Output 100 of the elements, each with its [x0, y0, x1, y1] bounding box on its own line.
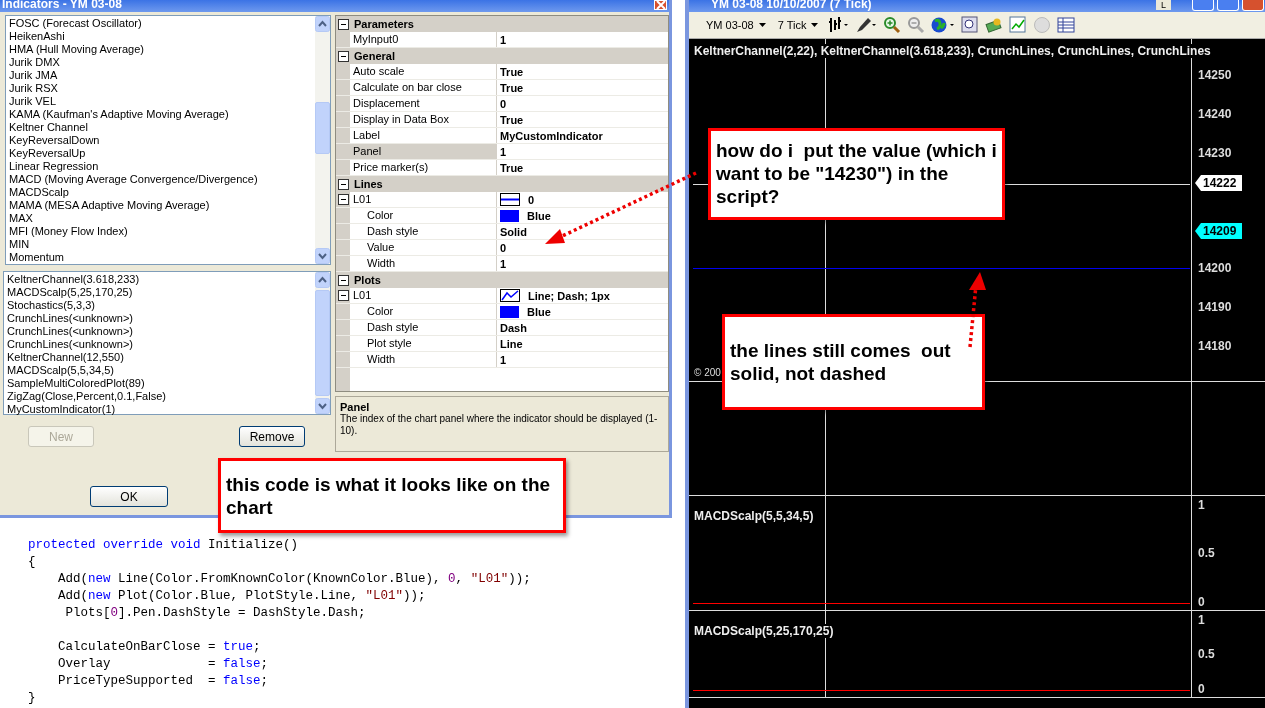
list-item[interactable]: KeltnerChannel(3.618,233)	[7, 273, 312, 286]
property-name[interactable]: Auto scale	[350, 64, 497, 79]
title-button[interactable]: L	[1156, 0, 1171, 10]
interval-dropdown[interactable]: 7 Tick	[774, 19, 822, 31]
scroll-up-icon[interactable]	[315, 272, 330, 288]
property-name[interactable]: Width	[350, 352, 497, 367]
property-value[interactable]: 0	[500, 241, 507, 254]
pen-icon[interactable]	[855, 16, 878, 34]
list-item[interactable]: MAX	[9, 212, 312, 225]
list-item[interactable]: MAMA (MESA Adaptive Moving Average)	[9, 199, 312, 212]
property-value[interactable]: 1	[500, 145, 507, 158]
property-name[interactable]: L01	[350, 288, 497, 303]
maximize-icon[interactable]	[1217, 0, 1239, 11]
list-item[interactable]: SampleMultiColoredPlot(89)	[7, 377, 312, 390]
list-item[interactable]: CrunchLines(<unknown>)	[7, 325, 312, 338]
collapse-icon[interactable]	[338, 194, 349, 205]
list-item[interactable]: FOSC (Forecast Oscillator)	[9, 17, 312, 30]
property-name[interactable]: L01	[350, 192, 497, 207]
property-name[interactable]: Dash style	[350, 320, 497, 335]
collapse-icon[interactable]	[338, 178, 349, 190]
list-item[interactable]: CrunchLines(<unknown>)	[7, 338, 312, 351]
table-icon[interactable]	[1057, 16, 1076, 34]
caret-icon[interactable]	[811, 23, 819, 27]
property-name[interactable]: Calculate on bar close	[350, 80, 497, 95]
list-item[interactable]: MACDScalp(5,25,170,25)	[7, 286, 312, 299]
property-name[interactable]: Displacement	[350, 96, 497, 111]
list-item[interactable]: MFI (Money Flow Index)	[9, 225, 312, 238]
list-item[interactable]: HMA (Hull Moving Average)	[9, 43, 312, 56]
property-name[interactable]: Value	[350, 240, 497, 255]
remove-button[interactable]: Remove	[239, 426, 305, 447]
property-value[interactable]: True	[500, 81, 524, 94]
property-value[interactable]: Line; Dash; 1px	[528, 289, 610, 302]
scrollbar-thumb[interactable]	[315, 290, 330, 396]
property-value[interactable]: 1	[500, 257, 507, 270]
list-item[interactable]: Jurik DMX	[9, 56, 312, 69]
list-item[interactable]: KeyReversalDown	[9, 134, 312, 147]
scroll-down-icon[interactable]	[315, 398, 330, 414]
collapse-icon[interactable]	[338, 274, 349, 286]
list-item[interactable]: Jurik VEL	[9, 95, 312, 108]
chart-icon[interactable]	[1009, 16, 1028, 34]
scroll-up-icon[interactable]	[315, 16, 330, 32]
property-value[interactable]: True	[500, 65, 524, 78]
scrollbar[interactable]	[315, 272, 330, 414]
property-name[interactable]: Panel	[350, 144, 497, 159]
list-item[interactable]: HeikenAshi	[9, 30, 312, 43]
property-value[interactable]: Dash	[500, 321, 527, 334]
property-name[interactable]: Display in Data Box	[350, 112, 497, 127]
list-item[interactable]: ZigZag(Close,Percent,0.1,False)	[7, 390, 312, 403]
list-item[interactable]: MIN	[9, 238, 312, 251]
list-item[interactable]: MACDScalp	[9, 186, 312, 199]
property-name[interactable]: Price marker(s)	[350, 160, 497, 175]
list-item[interactable]: KeltnerChannel(12,550)	[7, 351, 312, 364]
property-value[interactable]: 1	[500, 353, 507, 366]
list-item[interactable]: Linear Regression	[9, 160, 312, 173]
bar-chart-icon[interactable]	[827, 16, 850, 34]
property-name[interactable]: Plot style	[350, 336, 497, 351]
globe-icon[interactable]	[931, 16, 956, 34]
property-value[interactable]: 0	[500, 97, 507, 110]
list-item[interactable]: MACDScalp(5,5,34,5)	[7, 364, 312, 377]
property-name[interactable]: Color	[350, 208, 497, 223]
caret-icon[interactable]	[758, 23, 766, 27]
property-name[interactable]: Label	[350, 128, 497, 143]
zoom-out-icon[interactable]	[907, 16, 926, 34]
scroll-down-icon[interactable]	[315, 248, 330, 264]
scrollbar[interactable]	[315, 16, 330, 264]
list-item[interactable]: Jurik RSX	[9, 82, 312, 95]
property-value[interactable]: True	[500, 161, 524, 174]
magnifier-icon[interactable]	[961, 16, 980, 34]
property-value[interactable]: True	[500, 113, 524, 126]
property-value[interactable]: Line	[500, 337, 523, 350]
property-name[interactable]: Width	[350, 256, 497, 271]
list-item[interactable]: Stochastics(5,3,3)	[7, 299, 312, 312]
minimize-icon[interactable]	[1192, 0, 1214, 11]
list-item[interactable]: Momentum	[9, 251, 312, 264]
ok-button[interactable]: OK	[90, 486, 168, 507]
list-item[interactable]: MyCustomIndicator(1)	[7, 403, 312, 416]
property-value[interactable]: MyCustomIndicator	[500, 129, 603, 142]
list-item[interactable]: CrunchLines(<unknown>)	[7, 312, 312, 325]
property-value[interactable]: Solid	[500, 225, 527, 238]
property-value[interactable]: Blue	[527, 209, 551, 222]
property-value[interactable]: 1	[500, 33, 507, 46]
property-name[interactable]: MyInput0	[350, 32, 497, 47]
list-item[interactable]: KAMA (Kaufman's Adaptive Moving Average)	[9, 108, 312, 121]
collapse-icon[interactable]	[338, 50, 349, 62]
property-name[interactable]: Color	[350, 304, 497, 319]
collapse-icon[interactable]	[338, 290, 349, 301]
scrollbar-thumb[interactable]	[315, 102, 330, 154]
list-item[interactable]: KeyReversalUp	[9, 147, 312, 160]
property-value[interactable]: Blue	[527, 305, 551, 318]
close-icon[interactable]	[1242, 0, 1264, 11]
list-item[interactable]: Keltner Channel	[9, 121, 312, 134]
collapse-icon[interactable]	[338, 18, 349, 30]
zoom-in-icon[interactable]	[883, 16, 902, 34]
property-name[interactable]: Dash style	[350, 224, 497, 239]
property-value[interactable]: 0	[528, 193, 535, 206]
list-item[interactable]: Jurik JMA	[9, 69, 312, 82]
instrument-dropdown[interactable]: YM 03-08	[703, 19, 769, 31]
list-item[interactable]: MACD (Moving Average Convergence/Divergence)	[9, 173, 312, 186]
close-icon[interactable]	[654, 0, 667, 10]
code-line: }	[28, 690, 36, 707]
